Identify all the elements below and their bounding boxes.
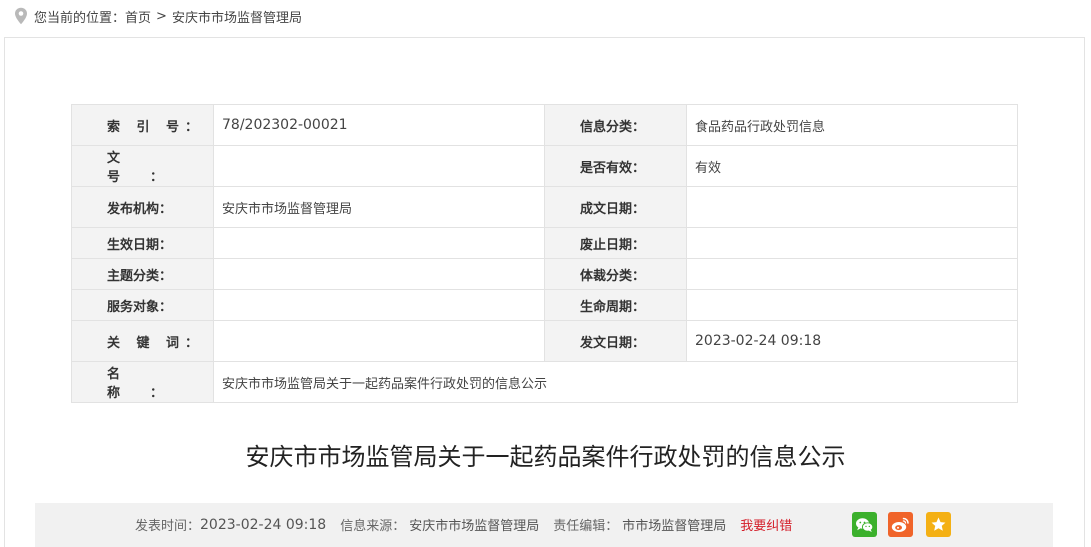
keywords-value bbox=[213, 320, 545, 362]
report-error-link[interactable]: 我要纠错 bbox=[740, 515, 792, 534]
info-category-value: 食品药品行政处罚信息 bbox=[686, 104, 1018, 146]
service-target-value bbox=[213, 289, 545, 321]
breadcrumb-home-link[interactable]: 首页 bbox=[125, 7, 151, 26]
info-category-label: 信息分类： bbox=[544, 104, 687, 146]
issue-date-value: 2023-02-24 09:18 bbox=[686, 320, 1018, 362]
document-name-value: 安庆市市场监管局关于一起药品案件行政处罚的信息公示 bbox=[213, 361, 1018, 403]
source-label: 信息来源： bbox=[340, 519, 406, 534]
issuing-agency-label: 发布机构： bbox=[71, 186, 214, 228]
editor-value: 市市场监督管理局 bbox=[622, 519, 727, 534]
issue-date-label: 发文日期： bbox=[544, 320, 687, 362]
info-metadata-table: 索 引 号： 78/202302-00021 信息分类： 食品药品行政处罚信息 … bbox=[71, 104, 1018, 403]
validity-value: 有效 bbox=[686, 145, 1018, 187]
wechat-icon bbox=[856, 517, 874, 532]
article-meta-line: 发表时间： 2023-02-24 09:18 信息来源： 安庆市市场监督管理局 … bbox=[135, 515, 792, 535]
document-name-label: 名 称： bbox=[71, 361, 214, 403]
location-pin-icon bbox=[15, 7, 27, 25]
topic-category-value bbox=[213, 258, 545, 290]
share-weibo-button[interactable] bbox=[888, 512, 913, 537]
document-number-value bbox=[213, 145, 545, 187]
source-value: 安庆市市场监督管理局 bbox=[409, 519, 540, 534]
issuing-agency-value: 安庆市市场监督管理局 bbox=[213, 186, 545, 228]
breadcrumb: 您当前的位置： 首页 > 安庆市市场监督管理局 bbox=[14, 6, 302, 26]
breadcrumb-current-link[interactable]: 安庆市市场监督管理局 bbox=[172, 7, 302, 26]
effective-date-label: 生效日期： bbox=[71, 227, 214, 259]
lifecycle-value bbox=[686, 289, 1018, 321]
table-row: 文 号： 是否有效： 有效 bbox=[71, 145, 1018, 187]
genre-category-label: 体裁分类： bbox=[544, 258, 687, 290]
table-row: 关 键 词： 发文日期： 2023-02-24 09:18 bbox=[71, 320, 1018, 362]
add-favorite-button[interactable] bbox=[926, 512, 951, 537]
breadcrumb-prefix: 您当前的位置： bbox=[34, 10, 126, 26]
publish-time-label: 发表时间： bbox=[135, 519, 201, 534]
repeal-date-label: 废止日期： bbox=[544, 227, 687, 259]
breadcrumb-separator: > bbox=[156, 8, 167, 24]
effective-date-value bbox=[213, 227, 545, 259]
editor-label: 责任编辑： bbox=[553, 519, 619, 534]
drafting-date-value bbox=[686, 186, 1018, 228]
service-target-label: 服务对象： bbox=[71, 289, 214, 321]
index-number-value: 78/202302-00021 bbox=[213, 104, 545, 146]
share-wechat-button[interactable] bbox=[852, 512, 877, 537]
keywords-label: 关 键 词： bbox=[71, 320, 214, 362]
table-row: 服务对象： 生命周期： bbox=[71, 289, 1018, 321]
topic-category-label: 主题分类： bbox=[71, 258, 214, 290]
repeal-date-value bbox=[686, 227, 1018, 259]
article-info-bar: 发表时间： 2023-02-24 09:18 信息来源： 安庆市市场监督管理局 … bbox=[35, 503, 1053, 547]
genre-category-value bbox=[686, 258, 1018, 290]
drafting-date-label: 成文日期： bbox=[544, 186, 687, 228]
favorite-star-icon bbox=[931, 517, 946, 531]
table-row: 主题分类： 体裁分类： bbox=[71, 258, 1018, 290]
table-row: 发布机构： 安庆市市场监督管理局 成文日期： bbox=[71, 186, 1018, 228]
weibo-icon bbox=[891, 517, 909, 532]
validity-label: 是否有效： bbox=[544, 145, 687, 187]
table-row: 名 称： 安庆市市场监管局关于一起药品案件行政处罚的信息公示 bbox=[71, 361, 1018, 403]
table-row: 索 引 号： 78/202302-00021 信息分类： 食品药品行政处罚信息 bbox=[71, 104, 1018, 146]
publish-time-value: 2023-02-24 09:18 bbox=[200, 516, 327, 533]
document-number-label: 文 号： bbox=[71, 145, 214, 187]
article-title: 安庆市市场监管局关于一起药品案件行政处罚的信息公示 bbox=[245, 443, 846, 471]
index-number-label: 索 引 号： bbox=[71, 104, 214, 146]
table-row: 生效日期： 废止日期： bbox=[71, 227, 1018, 259]
lifecycle-label: 生命周期： bbox=[544, 289, 687, 321]
